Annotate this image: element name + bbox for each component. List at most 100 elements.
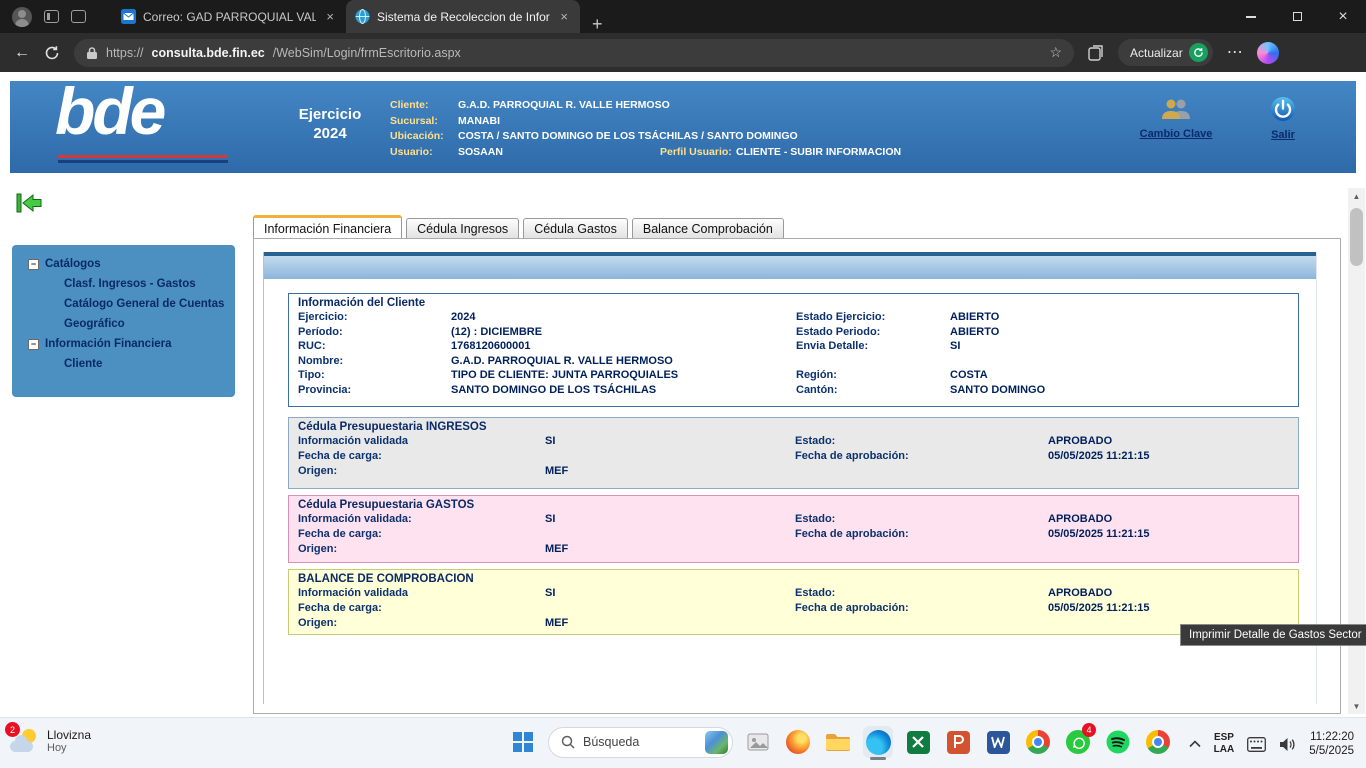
settings-menu-icon[interactable]: ⋯ [1227,45,1243,61]
scroll-up-icon[interactable]: ▲ [1348,188,1365,204]
tab-informacion-financiera[interactable]: Información Financiera [253,215,402,239]
field-value: ABIERTO [950,326,1289,338]
sidebar-item-informacion-financiera[interactable]: − Información Financiera [12,334,235,354]
salir-link[interactable]: Salir [1256,96,1310,141]
language-indicator[interactable]: ESP LAA [1214,732,1235,756]
field-label: Estado: [795,587,1048,599]
field-value: APROBADO [1048,513,1289,525]
section-title: BALANCE DE COMPROBACION [298,573,1289,585]
field-label: Fecha de carga: [298,528,545,540]
sidebar-label: Clasf. Ingresos - Gastos [64,278,196,290]
taskbar-app-spotify[interactable] [1103,726,1133,758]
field-value: G.A.D. PARROQUIAL R. VALLE HERMOSO [458,99,670,111]
field-label: Fecha de aprobación: [795,528,1048,540]
tab-strip: Correo: GAD PARROQUIAL VALLE × Sistema d… [112,0,603,33]
minimize-button[interactable] [1228,0,1274,33]
chrome-icon-2 [1146,730,1170,754]
field-value [1048,465,1289,477]
tooltip-imprimir-detalle: Imprimir Detalle de Gastos Sector [1180,624,1366,646]
field-value: G.A.D. PARROQUIAL R. VALLE HERMOSO [451,355,796,367]
tab-cedula-ingresos[interactable]: Cédula Ingresos [406,218,519,239]
profile-avatar[interactable] [12,7,32,27]
field-label: Cantón: [796,384,950,396]
scroll-down-icon[interactable]: ▼ [1348,698,1365,714]
tab-label: Información Financiera [264,222,391,236]
lock-icon [86,46,98,60]
field-label: Ejercicio: [298,311,451,323]
tray-overflow-chevron-icon[interactable] [1189,740,1201,748]
copilot-icon[interactable] [1257,42,1279,64]
workspaces-icon[interactable] [44,10,59,23]
tab-close-icon[interactable]: × [323,9,337,24]
sidebar-item-catalogos[interactable]: − Catálogos [12,254,235,274]
field-label: Región: [796,369,950,381]
taskbar-app-chrome[interactable] [1023,726,1053,758]
favorite-star-icon[interactable]: ☆ [1049,44,1062,61]
power-icon [1270,96,1296,122]
volume-icon[interactable] [1279,737,1296,752]
touch-keyboard-icon[interactable] [1247,737,1266,752]
client-summary: Cliente:G.A.D. PARROQUIAL R. VALLE HERMO… [390,99,901,161]
clock[interactable]: 11:22:20 5/5/2025 [1309,730,1354,759]
field-label [796,355,950,367]
start-button[interactable] [508,726,538,758]
field-value: COSTA [950,369,1289,381]
taskbar-app-chrome-2[interactable] [1143,726,1173,758]
collections-icon[interactable] [1088,45,1104,61]
taskbar-app-word[interactable] [983,726,1013,758]
field-value [950,355,1289,367]
browser-tab-mail[interactable]: Correo: GAD PARROQUIAL VALLE × [112,0,346,33]
weather-widget[interactable]: 2 Llovizna Hoy [10,727,91,755]
tab-label: Cédula Ingresos [417,222,508,236]
section-title: Cédula Presupuestaria INGRESOS [298,421,1289,433]
extension-badge-icon [1189,43,1208,62]
sidebar-label: Geográfico [64,318,125,330]
taskbar-app-edge[interactable] [863,726,893,758]
new-tab-button[interactable]: + [592,15,603,33]
tab-balance-comprobacion[interactable]: Balance Comprobación [632,218,784,239]
field-label: Ubicación: [390,130,458,142]
taskbar-app-whatsapp[interactable]: 4 [1063,726,1093,758]
refresh-button[interactable] [44,45,60,61]
browser-tab-sistema[interactable]: Sistema de Recoleccion de Inform × [346,0,580,33]
actualizar-extension-button[interactable]: Actualizar [1118,39,1213,66]
taskbar-app-explorer[interactable] [823,726,853,758]
weather-condition: Llovizna [47,728,91,742]
taskbar-app-powerpoint[interactable] [943,726,973,758]
field-label: Tipo: [298,369,451,381]
sidebar-item-clasf-ingresos-gastos[interactable]: Clasf. Ingresos - Gastos [12,274,235,294]
cambio-clave-link[interactable]: Cambio Clave [1130,97,1222,140]
tab-actions-icon[interactable] [71,10,86,23]
scrollbar-thumb[interactable] [1350,208,1363,266]
users-icon [1159,97,1193,121]
spotify-icon [1106,730,1130,754]
close-button[interactable]: × [1320,0,1366,33]
url-path: /WebSim/Login/frmEscritorio.aspx [273,46,461,60]
search-highlight-image[interactable] [705,731,728,754]
windows-taskbar: 2 Llovizna Hoy Búsqueda [0,717,1366,768]
sidebar-item-geografico[interactable]: Geográfico [12,314,235,334]
address-bar[interactable]: https://consulta.bde.fin.ec/WebSim/Login… [74,39,1074,67]
back-arrow-icon[interactable] [16,192,42,214]
powerpoint-icon [947,731,970,754]
taskbar-app-photos[interactable] [743,726,773,758]
sidebar-item-catalogo-general[interactable]: Catálogo General de Cuentas [12,294,235,314]
search-box[interactable]: Búsqueda [548,727,733,758]
sidebar-item-cliente[interactable]: Cliente [12,354,235,374]
cambio-clave-label: Cambio Clave [1130,128,1222,140]
taskbar-app-excel[interactable] [903,726,933,758]
bde-logo: bde [55,73,163,149]
taskbar-app-firefox[interactable] [783,726,813,758]
collapse-icon[interactable]: − [28,259,39,270]
sidebar-label: Catálogos [45,258,101,270]
field-label: Período: [298,326,451,338]
field-label: Envia Detalle: [796,340,950,352]
browser-titlebar: Correo: GAD PARROQUIAL VALLE × Sistema d… [0,0,1366,33]
maximize-button[interactable] [1274,0,1320,33]
tab-title: Sistema de Recoleccion de Inform [377,10,550,24]
back-button[interactable]: ← [14,45,30,61]
collapse-icon[interactable]: − [28,339,39,350]
tab-close-icon[interactable]: × [557,9,571,24]
tab-cedula-gastos[interactable]: Cédula Gastos [523,218,628,239]
logo-underline-blue [58,160,228,163]
